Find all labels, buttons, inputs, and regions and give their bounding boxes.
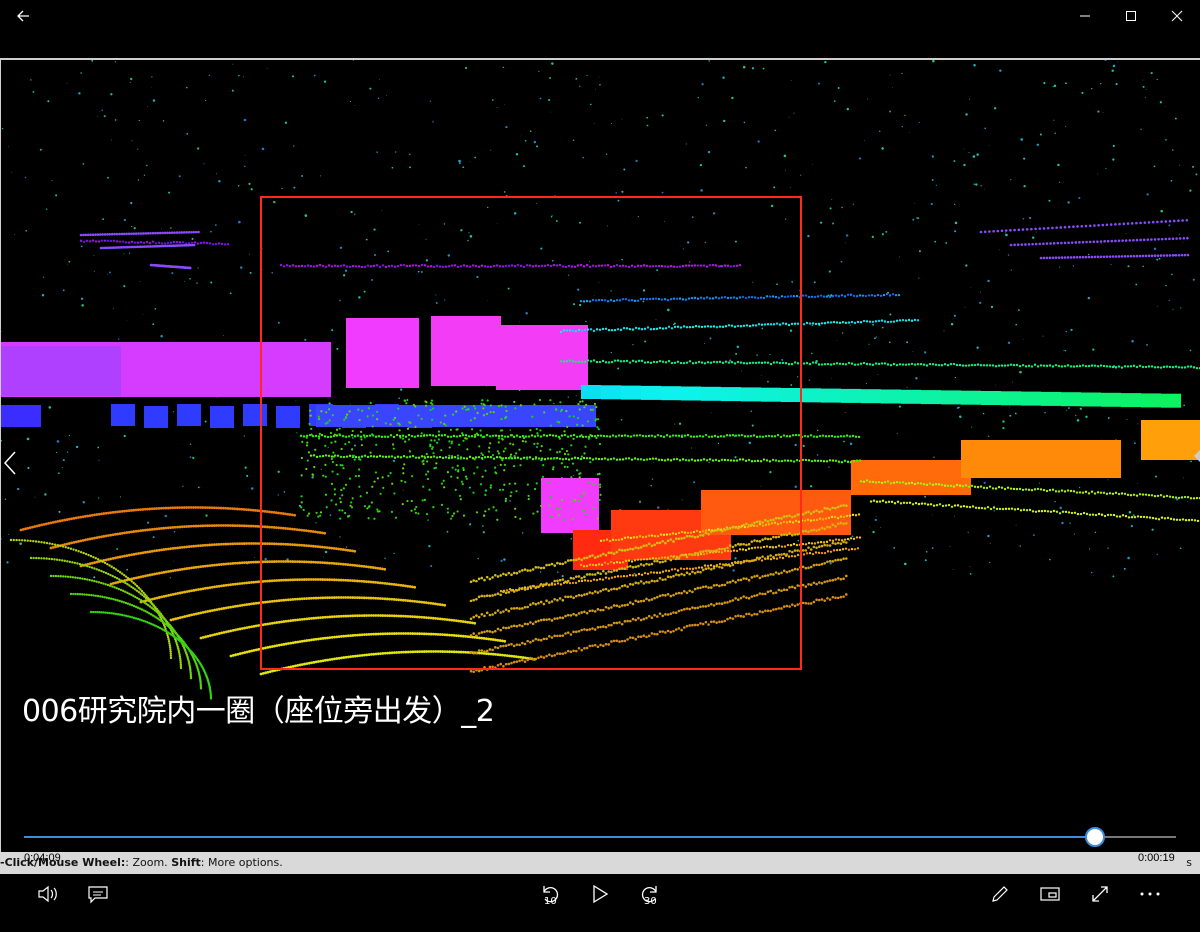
previous-button[interactable] (3, 450, 31, 484)
volume-button[interactable] (28, 874, 68, 914)
seek-progress (24, 836, 1096, 838)
chevron-left-icon (3, 451, 16, 475)
skip-back-button[interactable]: 10 (530, 874, 570, 914)
back-button[interactable] (0, 0, 46, 32)
fullscreen-icon (1092, 886, 1108, 902)
remaining-time: 0:00:19 (1138, 852, 1175, 864)
captions-button[interactable] (78, 874, 118, 914)
minimize-button[interactable] (1062, 0, 1108, 32)
maximize-icon (1126, 11, 1136, 21)
edit-button[interactable] (980, 874, 1020, 914)
close-icon (1171, 10, 1183, 22)
mini-view-icon (1040, 887, 1060, 901)
play-button[interactable] (580, 874, 620, 914)
caret-left-icon (1194, 450, 1200, 462)
pencil-icon (992, 886, 1008, 902)
current-time: 0:04:09 (24, 852, 61, 864)
highlight-box (260, 196, 802, 670)
mini-view-button[interactable] (1030, 874, 1070, 914)
title-bar (0, 0, 1200, 32)
minimize-icon (1080, 15, 1090, 17)
hint-text-right: s (1186, 856, 1192, 869)
play-icon (593, 884, 609, 904)
captions-icon (88, 886, 108, 904)
close-button[interactable] (1154, 0, 1200, 32)
back-arrow-icon (17, 10, 29, 22)
more-icon (1140, 892, 1160, 896)
maximize-button[interactable] (1108, 0, 1154, 32)
fullscreen-button[interactable] (1080, 874, 1120, 914)
video-title: 006研究院内一圈（座位旁出发）_2 (22, 694, 495, 729)
more-options-button[interactable] (1130, 874, 1170, 914)
volume-icon (38, 885, 57, 903)
video-frame[interactable] (0, 58, 1200, 874)
skip-forward-button[interactable]: 30 (630, 874, 670, 914)
